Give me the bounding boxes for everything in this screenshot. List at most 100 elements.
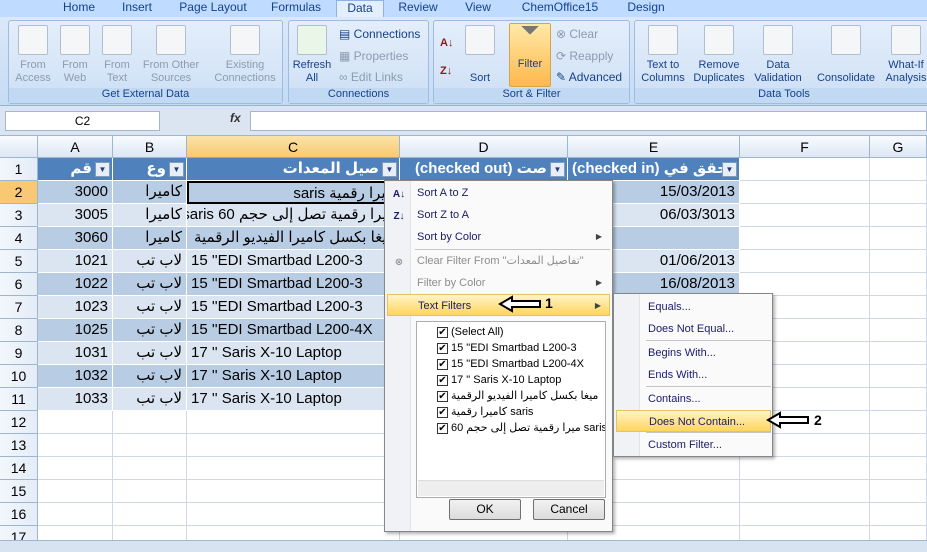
cell-A14[interactable] bbox=[38, 457, 113, 480]
cell-C12[interactable] bbox=[187, 411, 400, 434]
submenu-does-not-equal[interactable]: Does Not Equal... bbox=[616, 318, 771, 340]
cell-B6[interactable]: لاب تب bbox=[113, 273, 187, 296]
what-if-analysis-button[interactable]: What-If Analysis bbox=[881, 25, 927, 85]
text-to-columns-button[interactable]: Text to Columns bbox=[637, 25, 689, 85]
cell-C7[interactable]: 15 ''EDI Smartbad L200-3 bbox=[187, 296, 400, 319]
cell-G12[interactable] bbox=[870, 411, 927, 434]
cell-B17[interactable] bbox=[113, 526, 187, 540]
submenu-ends-with[interactable]: Ends With... bbox=[616, 364, 771, 386]
row-header-17[interactable]: 17 bbox=[0, 526, 38, 540]
row-header-8[interactable]: 8 bbox=[0, 319, 38, 342]
tab-formulas[interactable]: Formulas bbox=[260, 0, 332, 17]
cell-B13[interactable] bbox=[113, 434, 187, 457]
cell-B3[interactable]: كاميرا bbox=[113, 204, 187, 227]
filter-dropdown-icon[interactable]: ▼ bbox=[550, 162, 565, 177]
cell-C8[interactable]: 15 ''EDI Smartbad L200-4X bbox=[187, 319, 400, 342]
header-cell-D[interactable]: (checked out) صت ▼ bbox=[400, 158, 568, 181]
cell-A8[interactable]: 1025 bbox=[38, 319, 113, 342]
cell-G15[interactable] bbox=[870, 480, 927, 503]
menu-sort-a-to-z[interactable]: A↓ Sort A to Z bbox=[387, 182, 610, 204]
cell-A16[interactable] bbox=[38, 503, 113, 526]
cell-A2[interactable]: 3000 bbox=[38, 181, 113, 204]
cell-G7[interactable] bbox=[870, 296, 927, 319]
cell-B7[interactable]: لاب تب bbox=[113, 296, 187, 319]
cell-B4[interactable]: كاميرا bbox=[113, 227, 187, 250]
row-header-6[interactable]: 6 bbox=[0, 273, 38, 296]
name-box[interactable]: C2 bbox=[5, 111, 160, 131]
cancel-button[interactable]: Cancel bbox=[533, 499, 605, 520]
cell-A4[interactable]: 3060 bbox=[38, 227, 113, 250]
cell-G8[interactable] bbox=[870, 319, 927, 342]
tab-chemoffice15[interactable]: ChemOffice15 bbox=[508, 0, 612, 17]
header-cell-E[interactable]: (checked in) حقق في ▼ bbox=[568, 158, 740, 181]
filter-list-item[interactable]: ✔ 17 " Saris X-10 Laptop bbox=[437, 372, 605, 388]
header-cell-C[interactable]: صيل المعدات ▼ bbox=[187, 158, 400, 181]
horizontal-scrollbar[interactable] bbox=[0, 540, 927, 552]
cell-G16[interactable] bbox=[870, 503, 927, 526]
cell-B12[interactable] bbox=[113, 411, 187, 434]
cell-G6[interactable] bbox=[870, 273, 927, 296]
cell-A11[interactable]: 1033 bbox=[38, 388, 113, 411]
submenu-begins-with[interactable]: Begins With... bbox=[616, 342, 771, 364]
cell-F2[interactable] bbox=[740, 181, 870, 204]
cell-F4[interactable] bbox=[740, 227, 870, 250]
filter-dropdown-icon[interactable]: ▼ bbox=[722, 162, 737, 177]
filter-values-list[interactable]: ✔ (Select All) ✔ 15 "EDI Smartbad L200-3 ✔ 15… bbox=[416, 321, 606, 498]
cell-C2[interactable]: ميرا رقمية saris bbox=[187, 181, 400, 204]
data-validation-button[interactable]: Data Validation bbox=[750, 25, 806, 85]
filter-dropdown-icon[interactable]: ▼ bbox=[95, 162, 110, 177]
properties-button[interactable]: ▦ Properties bbox=[339, 46, 408, 66]
tab-insert[interactable]: Insert bbox=[110, 0, 164, 17]
menu-sort-z-to-a[interactable]: Z↓ Sort Z to A bbox=[387, 204, 610, 226]
cell-B9[interactable]: لاب تب bbox=[113, 342, 187, 365]
filter-list-item[interactable]: ✔ 15 "EDI Smartbad L200-4X bbox=[437, 356, 605, 372]
header-cell-B[interactable]: وع ▼ bbox=[113, 158, 187, 181]
cell-A7[interactable]: 1023 bbox=[38, 296, 113, 319]
cell-A5[interactable]: 1021 bbox=[38, 250, 113, 273]
cell-C16[interactable] bbox=[187, 503, 400, 526]
row-header-7[interactable]: 7 bbox=[0, 296, 38, 319]
filter-button[interactable]: ⏷ Filter bbox=[509, 19, 551, 87]
reapply-button[interactable]: ⟳ Reapply bbox=[556, 46, 613, 66]
cell-B5[interactable]: لاب تب bbox=[113, 250, 187, 273]
cell-A12[interactable] bbox=[38, 411, 113, 434]
row-header-5[interactable]: 5 bbox=[0, 250, 38, 273]
remove-duplicates-button[interactable]: Remove Duplicates bbox=[691, 25, 747, 85]
cell-B2[interactable]: كاميرا bbox=[113, 181, 187, 204]
sort-z-a-icon[interactable]: Z↓ bbox=[440, 61, 452, 81]
cell-F14[interactable] bbox=[740, 457, 870, 480]
cell-G13[interactable] bbox=[870, 434, 927, 457]
filter-list-item[interactable]: ✔ كاميرا رقمية saris bbox=[437, 404, 605, 420]
row-header-15[interactable]: 15 bbox=[0, 480, 38, 503]
cell-B14[interactable] bbox=[113, 457, 187, 480]
column-header-F[interactable]: F bbox=[740, 136, 870, 158]
filter-dropdown-icon[interactable]: ▼ bbox=[169, 162, 184, 177]
cell-C10[interactable]: 17 '' Saris X-10 Laptop bbox=[187, 365, 400, 388]
cell-C9[interactable]: 17 '' Saris X-10 Laptop bbox=[187, 342, 400, 365]
submenu-contains[interactable]: Contains... bbox=[616, 388, 771, 410]
filter-list-item[interactable]: ✔ ميغا بكسل كاميرا الفيديو الرقمية bbox=[437, 388, 605, 404]
row-header-12[interactable]: 12 bbox=[0, 411, 38, 434]
connections-button[interactable]: ▤ Connections bbox=[339, 24, 420, 44]
advanced-button[interactable]: ✎ Advanced bbox=[556, 67, 622, 87]
cell-C4[interactable]: ميغا بكسل كاميرا الفيديو الرقمية bbox=[187, 227, 400, 250]
consolidate-button[interactable]: Consolidate bbox=[813, 25, 879, 85]
menu-filter-by-color[interactable]: Filter by Color ▶ bbox=[387, 272, 610, 294]
cell-F3[interactable] bbox=[740, 204, 870, 227]
menu-sort-by-color[interactable]: Sort by Color ▶ bbox=[387, 226, 610, 248]
existing-connections-button[interactable]: Existing Connections bbox=[209, 25, 281, 85]
from-access-button[interactable]: From Access bbox=[12, 25, 54, 85]
row-header-4[interactable]: 4 bbox=[0, 227, 38, 250]
checkbox[interactable]: ✔ bbox=[437, 342, 448, 354]
formula-input[interactable] bbox=[250, 111, 927, 131]
checkbox[interactable]: ✔ bbox=[437, 326, 448, 338]
cell-G14[interactable] bbox=[870, 457, 927, 480]
submenu-equals[interactable]: Equals... bbox=[616, 296, 771, 318]
cell-F16[interactable] bbox=[740, 503, 870, 526]
cell-G17[interactable] bbox=[870, 526, 927, 540]
cell-A10[interactable]: 1032 bbox=[38, 365, 113, 388]
submenu-does-not-contain[interactable]: Does Not Contain... bbox=[616, 410, 771, 432]
cell-C11[interactable]: 17 '' Saris X-10 Laptop bbox=[187, 388, 400, 411]
submenu-custom-filter[interactable]: Custom Filter... bbox=[616, 434, 771, 456]
cell-A17[interactable] bbox=[38, 526, 113, 540]
